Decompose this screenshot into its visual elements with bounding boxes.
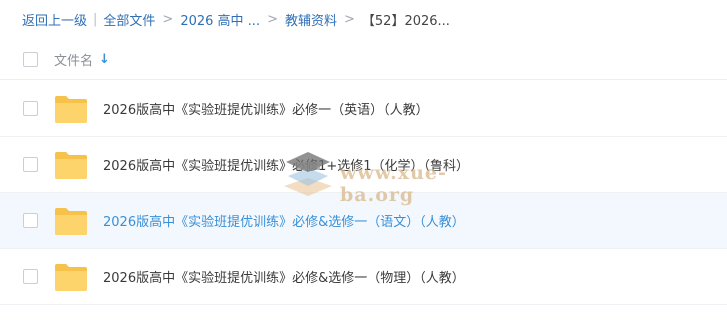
arrow-down-icon[interactable]: ↓ xyxy=(99,52,110,67)
row-checkbox[interactable] xyxy=(23,157,38,172)
file-list-header: 文件名 ↓ xyxy=(0,40,727,80)
chevron-right-icon: > xyxy=(162,11,174,27)
breadcrumb-level2[interactable]: 教辅资料 xyxy=(285,10,337,29)
file-name[interactable]: 2026版高中《实验班提优训练》必修&选修一（物理）（人教） xyxy=(103,267,465,286)
breadcrumb-current: 【52】2026... xyxy=(361,13,450,29)
folder-icon xyxy=(55,264,87,291)
file-row[interactable]: 2026版高中《实验班提优训练》必修&选修一（语文）（人教） xyxy=(0,193,727,249)
folder-icon xyxy=(55,208,87,235)
file-row[interactable]: 2026版高中《实验班提优训练》必修&选修一（物理）（人教） xyxy=(0,249,727,305)
back-link[interactable]: 返回上一级 xyxy=(22,10,87,29)
folder-icon xyxy=(55,96,87,123)
breadcrumb-level1[interactable]: 2026 高中 ... xyxy=(180,10,260,29)
file-row[interactable]: 2026版高中《实验班提优训练》必修一（英语）（人教） xyxy=(0,81,727,137)
breadcrumb-all-files[interactable]: 全部文件 xyxy=(103,10,155,29)
chevron-right-icon: > xyxy=(267,11,278,27)
row-checkbox[interactable] xyxy=(23,269,38,284)
file-name[interactable]: 2026版高中《实验班提优训练》必修1+选修1（化学）（鲁科） xyxy=(103,155,469,174)
file-row[interactable]: 2026版高中《实验班提优训练》必修1+选修1（化学）（鲁科） xyxy=(0,137,727,193)
column-header-filename[interactable]: 文件名 ↓ xyxy=(54,50,110,69)
row-checkbox[interactable] xyxy=(23,101,38,116)
chevron-right-icon: > xyxy=(344,11,355,27)
row-checkbox[interactable] xyxy=(23,213,38,228)
folder-icon xyxy=(55,152,87,179)
select-all-checkbox[interactable] xyxy=(23,52,38,67)
column-header-label: 文件名 xyxy=(54,54,94,69)
breadcrumb-divider: | xyxy=(93,11,98,27)
file-name[interactable]: 2026版高中《实验班提优训练》必修&选修一（语文）（人教） xyxy=(103,211,465,230)
breadcrumb: 返回上一级 | 全部文件 > 2026 高中 ... > 教辅资料 > 【52】… xyxy=(22,9,450,29)
file-name[interactable]: 2026版高中《实验班提优训练》必修一（英语）（人教） xyxy=(103,99,429,118)
